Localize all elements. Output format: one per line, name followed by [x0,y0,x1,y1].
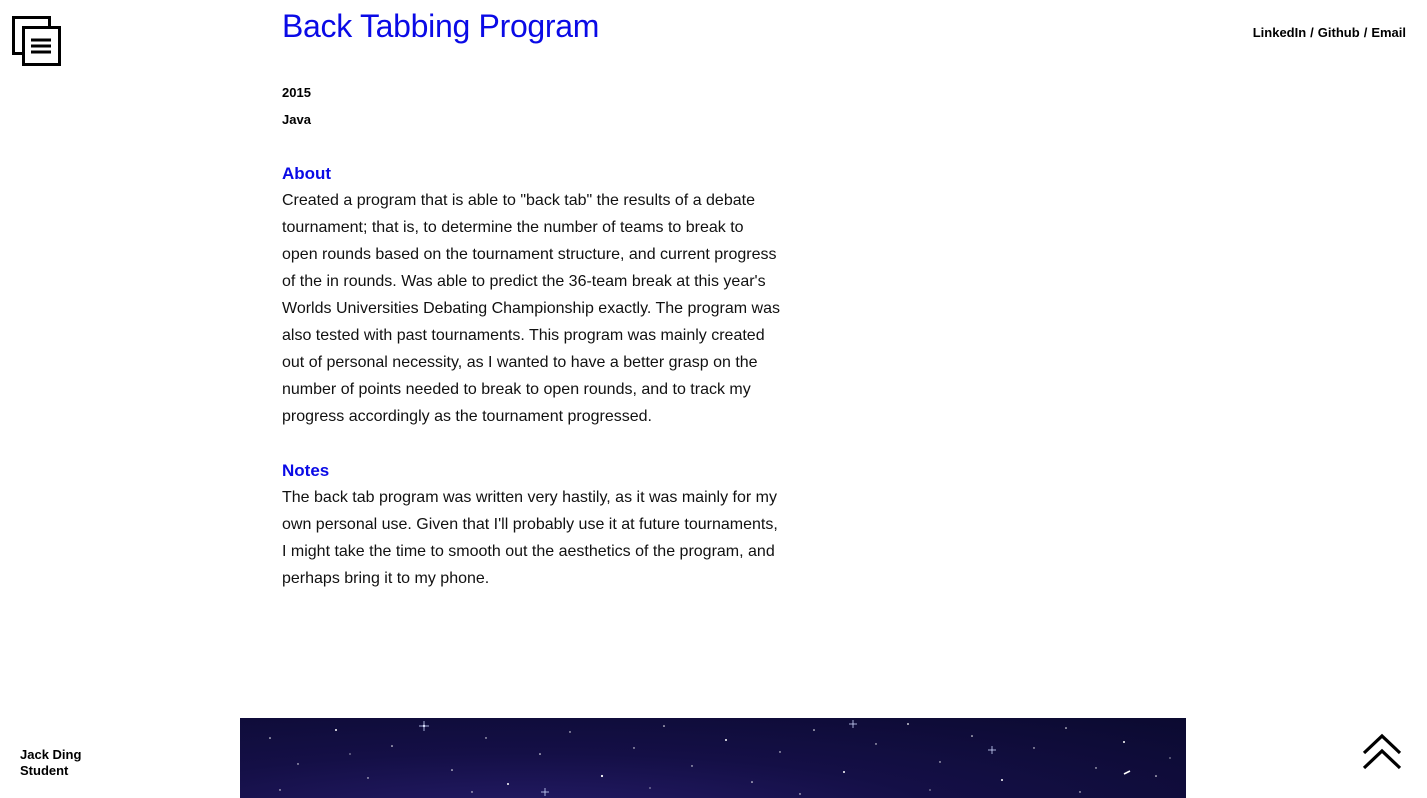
back-to-top-button[interactable] [1361,733,1403,771]
footer-identity: Jack Ding Student [20,747,81,779]
project-content: Back Tabbing Program 2015 Java About Cre… [282,0,782,592]
project-banner-image [240,718,1186,798]
project-language: Java [282,112,311,127]
starfield-graphic [269,720,1171,796]
stacked-pages-menu-icon [12,16,61,66]
page-title: Back Tabbing Program [282,8,600,44]
notes-text: The back tab program was written very ha… [282,489,778,587]
about-heading: About [282,164,332,183]
link-separator: / [1363,25,1368,40]
author-role: Student [20,763,69,778]
page: LinkedIn / Github / Email Back Tabbing Progr… [0,0,1427,798]
about-text: Created a program that is able to "back … [282,192,780,425]
email-link[interactable]: Email [1371,25,1406,40]
menu-icon[interactable] [12,16,62,67]
link-separator: / [1310,25,1314,40]
linkedin-link[interactable]: LinkedIn [1253,25,1306,40]
github-link[interactable]: Github [1318,25,1360,40]
project-year: 2015 [282,85,311,100]
project-meta: 2015 Java [282,79,782,133]
social-links: LinkedIn / Github / Email [1253,25,1406,40]
notes-heading: Notes [282,461,330,480]
double-chevron-up-icon [1362,733,1402,770]
author-name: Jack Ding [20,747,82,762]
